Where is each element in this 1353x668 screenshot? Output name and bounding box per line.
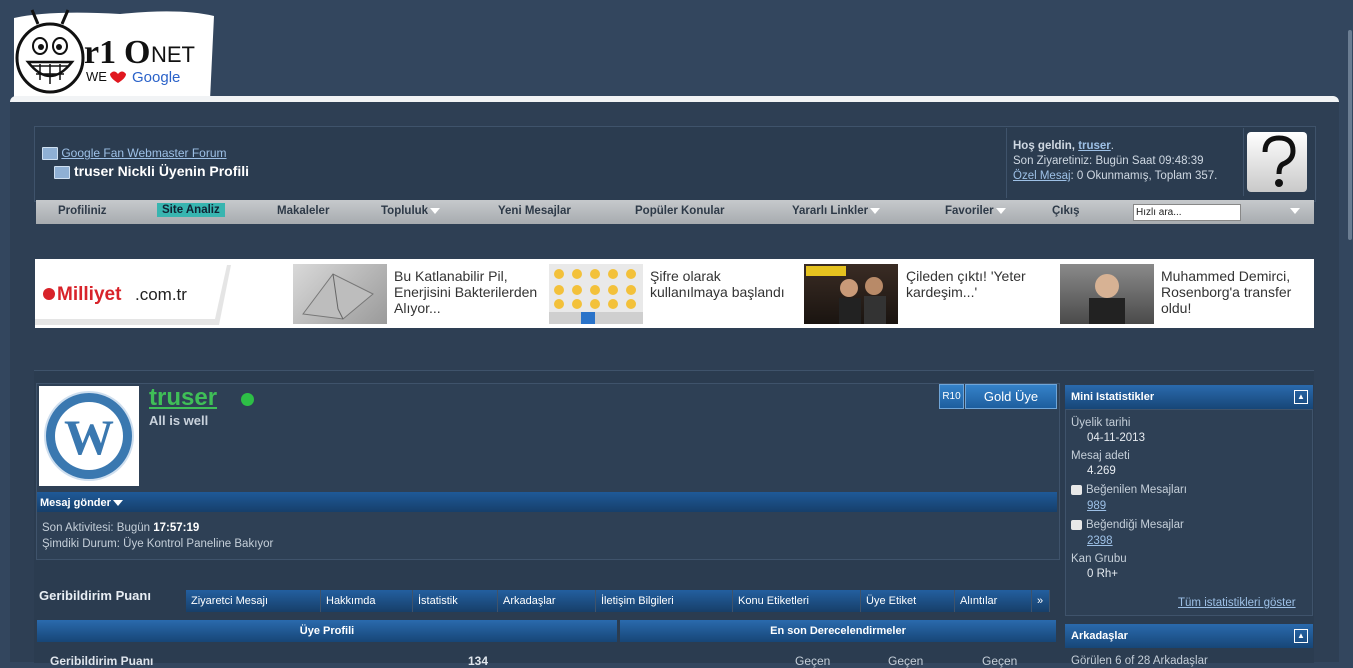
blood-group-value: 0 Rh+: [1087, 568, 1119, 580]
page-title: truser Nickli Üyenin Profili: [54, 163, 249, 179]
recent-ratings-header: En son Derecelendirmeler: [620, 620, 1056, 642]
all-stats-link[interactable]: Tüm istatistikleri göster: [1178, 597, 1296, 609]
chevron-down-icon: [112, 500, 123, 507]
question-mark-icon: [1262, 135, 1296, 187]
breadcrumb-home-link[interactable]: Google Fan Webmaster Forum: [61, 146, 226, 160]
tab-statistics[interactable]: İstatistik: [413, 590, 498, 612]
ad-text-3[interactable]: Çileden çıktı! 'Yeter kardeşim...': [906, 268, 1056, 300]
welcome-panel: Hoş geldin, truser. Son Ziyaretiniz: Bug…: [1006, 128, 1245, 198]
chevron-down-icon: [430, 207, 441, 214]
avatar[interactable]: [1247, 132, 1307, 192]
svg-text:O: O: [124, 34, 150, 71]
menu-makaleler[interactable]: Makaleler: [277, 205, 329, 217]
folder-icon: [42, 147, 58, 161]
feedback-title: Geribildirim Puanı: [39, 588, 151, 603]
menu-yeni-mesajlar[interactable]: Yeni Mesajlar: [498, 205, 571, 217]
friends-header: Arkadaşlar: [1065, 624, 1313, 648]
tab-quotes[interactable]: Alıntılar: [955, 590, 1032, 612]
tab-about[interactable]: Hakkımda: [321, 590, 413, 612]
wordpress-logo-icon: W: [44, 391, 134, 481]
user-title: All is well: [149, 413, 209, 428]
scrollbar-thumb[interactable]: [1348, 30, 1352, 240]
rating-column-3: Geçen: [982, 654, 1018, 668]
svg-text:WE: WE: [86, 69, 107, 84]
r10-badge: R10: [939, 384, 964, 409]
menu-yararli-linkler[interactable]: Yararlı Linkler: [792, 205, 881, 217]
svg-text:.com.tr: .com.tr: [135, 285, 187, 304]
last-visit-text: Son Ziyaretiniz: Bugün Saat 09:48:39: [1013, 155, 1204, 167]
milliyet-logo[interactable]: Milliyet .com.tr: [35, 259, 235, 328]
tab-friends[interactable]: Arkadaşlar: [498, 590, 596, 612]
svg-text:Google: Google: [132, 69, 180, 86]
tab-member-tags[interactable]: Üye Etiket: [861, 590, 955, 612]
svg-text:NET: NET: [151, 42, 195, 67]
like-icon: [1071, 484, 1082, 495]
collapse-icon[interactable]: ▲: [1294, 629, 1308, 643]
friends-count-text: Görülen 6 of 28 Arkadaşlar: [1071, 655, 1208, 667]
mini-stats-header: Mini Istatistikler: [1065, 385, 1313, 409]
menu-cikis[interactable]: Çıkış: [1052, 205, 1080, 217]
liked-posts-label: Beğenilen Mesajları: [1071, 484, 1187, 496]
site-logo[interactable]: r1 O NET WE Google: [10, 8, 216, 100]
feedback-score-label: Geribildirim Puanı: [50, 654, 154, 668]
ad-thumbnail-football[interactable]: [1060, 264, 1154, 324]
ad-text-1[interactable]: Bu Katlanabilir Pil, Enerjisini Bakteril…: [394, 268, 544, 316]
folder-icon: [54, 165, 70, 179]
menu-topluluk[interactable]: Topluluk: [381, 205, 441, 217]
tab-visitor-messages[interactable]: Ziyaretci Mesajı: [186, 590, 321, 612]
menu-profiliniz[interactable]: Profiliniz: [58, 205, 107, 217]
logo-brand-text: r1: [84, 34, 116, 71]
ad-thumbnail-battery[interactable]: [293, 264, 387, 324]
ad-text-2[interactable]: Şifre olarak kullanılmaya başlandı: [650, 268, 800, 300]
quick-search-input[interactable]: [1133, 204, 1241, 221]
send-message-button[interactable]: Mesaj gönder: [40, 497, 123, 509]
breadcrumb: Google Fan Webmaster Forum: [42, 146, 227, 161]
activity-info: Son Aktivitesi: Bugün 17:57:19 Şimdiki D…: [42, 522, 274, 550]
tab-thread-tags[interactable]: Konu Etiketleri: [733, 590, 861, 612]
likes-given-label: Beğendiği Mesajlar: [1071, 519, 1184, 531]
svg-text:W: W: [64, 409, 114, 465]
chevron-down-icon: [870, 207, 881, 214]
tab-more[interactable]: »: [1032, 590, 1050, 612]
online-status-icon: [241, 393, 254, 406]
like-icon: [1071, 519, 1082, 530]
ad-thumbnail-celebrity[interactable]: [804, 264, 898, 324]
join-date-value: 04-11-2013: [1087, 432, 1145, 444]
member-profile-header: Üye Profili: [37, 620, 617, 642]
feedback-score-value: 134: [468, 654, 489, 668]
welcome-username-link[interactable]: truser: [1078, 140, 1111, 152]
post-count-value: 4.269: [1087, 465, 1116, 477]
profile-username[interactable]: truser: [149, 384, 217, 412]
menu-site-analiz[interactable]: Site Analiz: [157, 203, 225, 217]
tab-contact-info[interactable]: İletişim Bilgileri: [596, 590, 733, 612]
rating-column-2: Geçen: [888, 654, 924, 668]
chevron-down-icon[interactable]: [1290, 208, 1300, 214]
collapse-icon[interactable]: ▲: [1294, 390, 1308, 404]
rank-badge: Gold Üye: [965, 384, 1057, 409]
ad-thumbnail-emoji[interactable]: [549, 264, 643, 324]
message-bar: [37, 492, 1057, 512]
private-message-link[interactable]: Özel Mesaj: [1013, 170, 1071, 182]
blood-group-label: Kan Grubu: [1071, 553, 1127, 565]
menu-favoriler[interactable]: Favoriler: [945, 205, 1006, 217]
post-count-label: Mesaj adeti: [1071, 450, 1130, 462]
rating-column-1: Geçen: [795, 654, 831, 668]
chevron-down-icon: [995, 207, 1006, 214]
user-avatar[interactable]: W: [39, 386, 139, 486]
join-date-label: Üyelik tarihi: [1071, 417, 1131, 429]
svg-text:Milliyet: Milliyet: [57, 284, 122, 305]
ad-text-4[interactable]: Muhammed Demirci, Rosenborg'a transfer o…: [1161, 268, 1311, 316]
liked-posts-value[interactable]: 989: [1087, 500, 1106, 512]
likes-given-value[interactable]: 2398: [1087, 535, 1113, 547]
menu-populer-konular[interactable]: Popüler Konular: [635, 205, 724, 217]
